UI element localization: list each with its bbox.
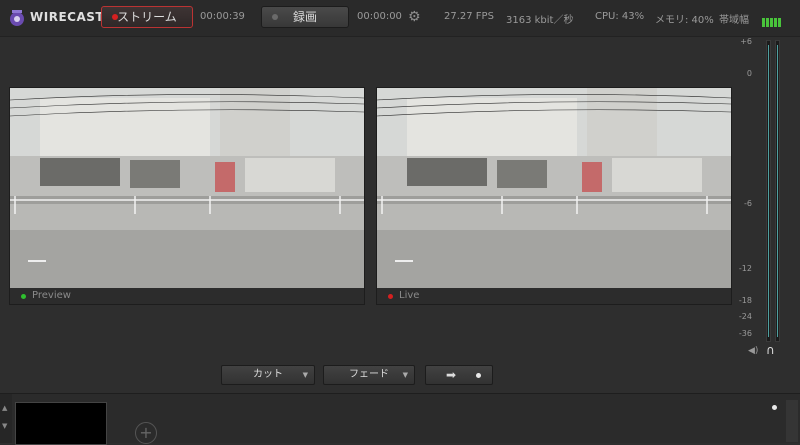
chevron-down-icon: ▼: [402, 371, 408, 379]
stream-button-label: ストリーム: [117, 10, 177, 24]
meter-scale-label: -36: [738, 329, 752, 338]
go-transition-button[interactable]: ➡: [425, 365, 493, 385]
preview-monitor[interactable]: Preview: [9, 87, 365, 305]
memory-readout: メモリ: 40%: [655, 15, 714, 26]
stream-button[interactable]: ストリーム: [101, 6, 193, 28]
headphones-icon[interactable]: ∩: [766, 343, 775, 357]
scrollbar[interactable]: [786, 400, 798, 442]
wirecast-logo-icon: [10, 10, 24, 26]
live-label-bar: Live: [377, 288, 731, 304]
record-timer: 00:00:00: [357, 11, 402, 22]
live-monitor[interactable]: Live: [376, 87, 732, 305]
meter-scale-label: 0: [746, 69, 752, 78]
live-status-icon: [388, 294, 393, 299]
bandwidth-bars-icon: [762, 12, 782, 31]
meter-scale-label: -12: [738, 264, 752, 273]
stream-status-icon: [112, 14, 118, 20]
meter-scale-label: -24: [738, 312, 752, 321]
preview-label: Preview: [32, 290, 71, 301]
shot-strip: ▲ ▼ +: [0, 393, 800, 445]
arrow-right-icon: ➡: [446, 368, 457, 382]
layer-indicator-icon: [772, 405, 777, 410]
live-video-image: [377, 88, 731, 288]
gear-icon[interactable]: ⚙: [408, 9, 421, 25]
shot-thumbnail[interactable]: [15, 402, 107, 445]
bandwidth-label: 帯域幅: [719, 15, 749, 26]
top-toolbar: WIRECAST ストリーム 00:00:39 録画 00:00:00 ⚙ 27…: [0, 0, 800, 37]
add-shot-button[interactable]: +: [135, 422, 157, 444]
meter-scale-label: -18: [738, 296, 752, 305]
fade-transition-label: フェード: [349, 369, 389, 380]
meter-scale-label: +6: [740, 37, 752, 46]
layer-arrows[interactable]: ▲ ▼: [0, 394, 12, 443]
preview-video-image: [10, 88, 364, 288]
chevron-down-icon: ▼: [302, 371, 308, 379]
brand-name: WIRECAST: [30, 10, 105, 24]
stream-timer: 00:00:39: [200, 11, 245, 22]
meter-scale-label: -6: [744, 199, 752, 208]
arrow-up-icon[interactable]: ▲: [2, 404, 7, 412]
preview-label-bar: Preview: [10, 288, 364, 304]
fade-transition-select[interactable]: フェード ▼: [323, 365, 415, 385]
cut-transition-select[interactable]: カット ▼: [221, 365, 315, 385]
audio-level-meter: [763, 36, 783, 342]
record-button[interactable]: 録画: [261, 6, 349, 28]
speaker-icon[interactable]: ◀): [748, 346, 758, 356]
live-label: Live: [399, 290, 420, 301]
fps-readout: 27.27 FPS: [444, 11, 494, 22]
bitrate-readout: 3163 kbit／秒: [506, 15, 574, 26]
cpu-readout: CPU: 43%: [595, 11, 645, 22]
preview-status-icon: [21, 294, 26, 299]
record-button-label: 録画: [292, 10, 317, 24]
record-status-icon: [272, 14, 278, 20]
tally-light-icon: [476, 373, 481, 378]
cut-transition-label: カット: [253, 369, 283, 380]
arrow-down-icon[interactable]: ▼: [2, 422, 7, 430]
